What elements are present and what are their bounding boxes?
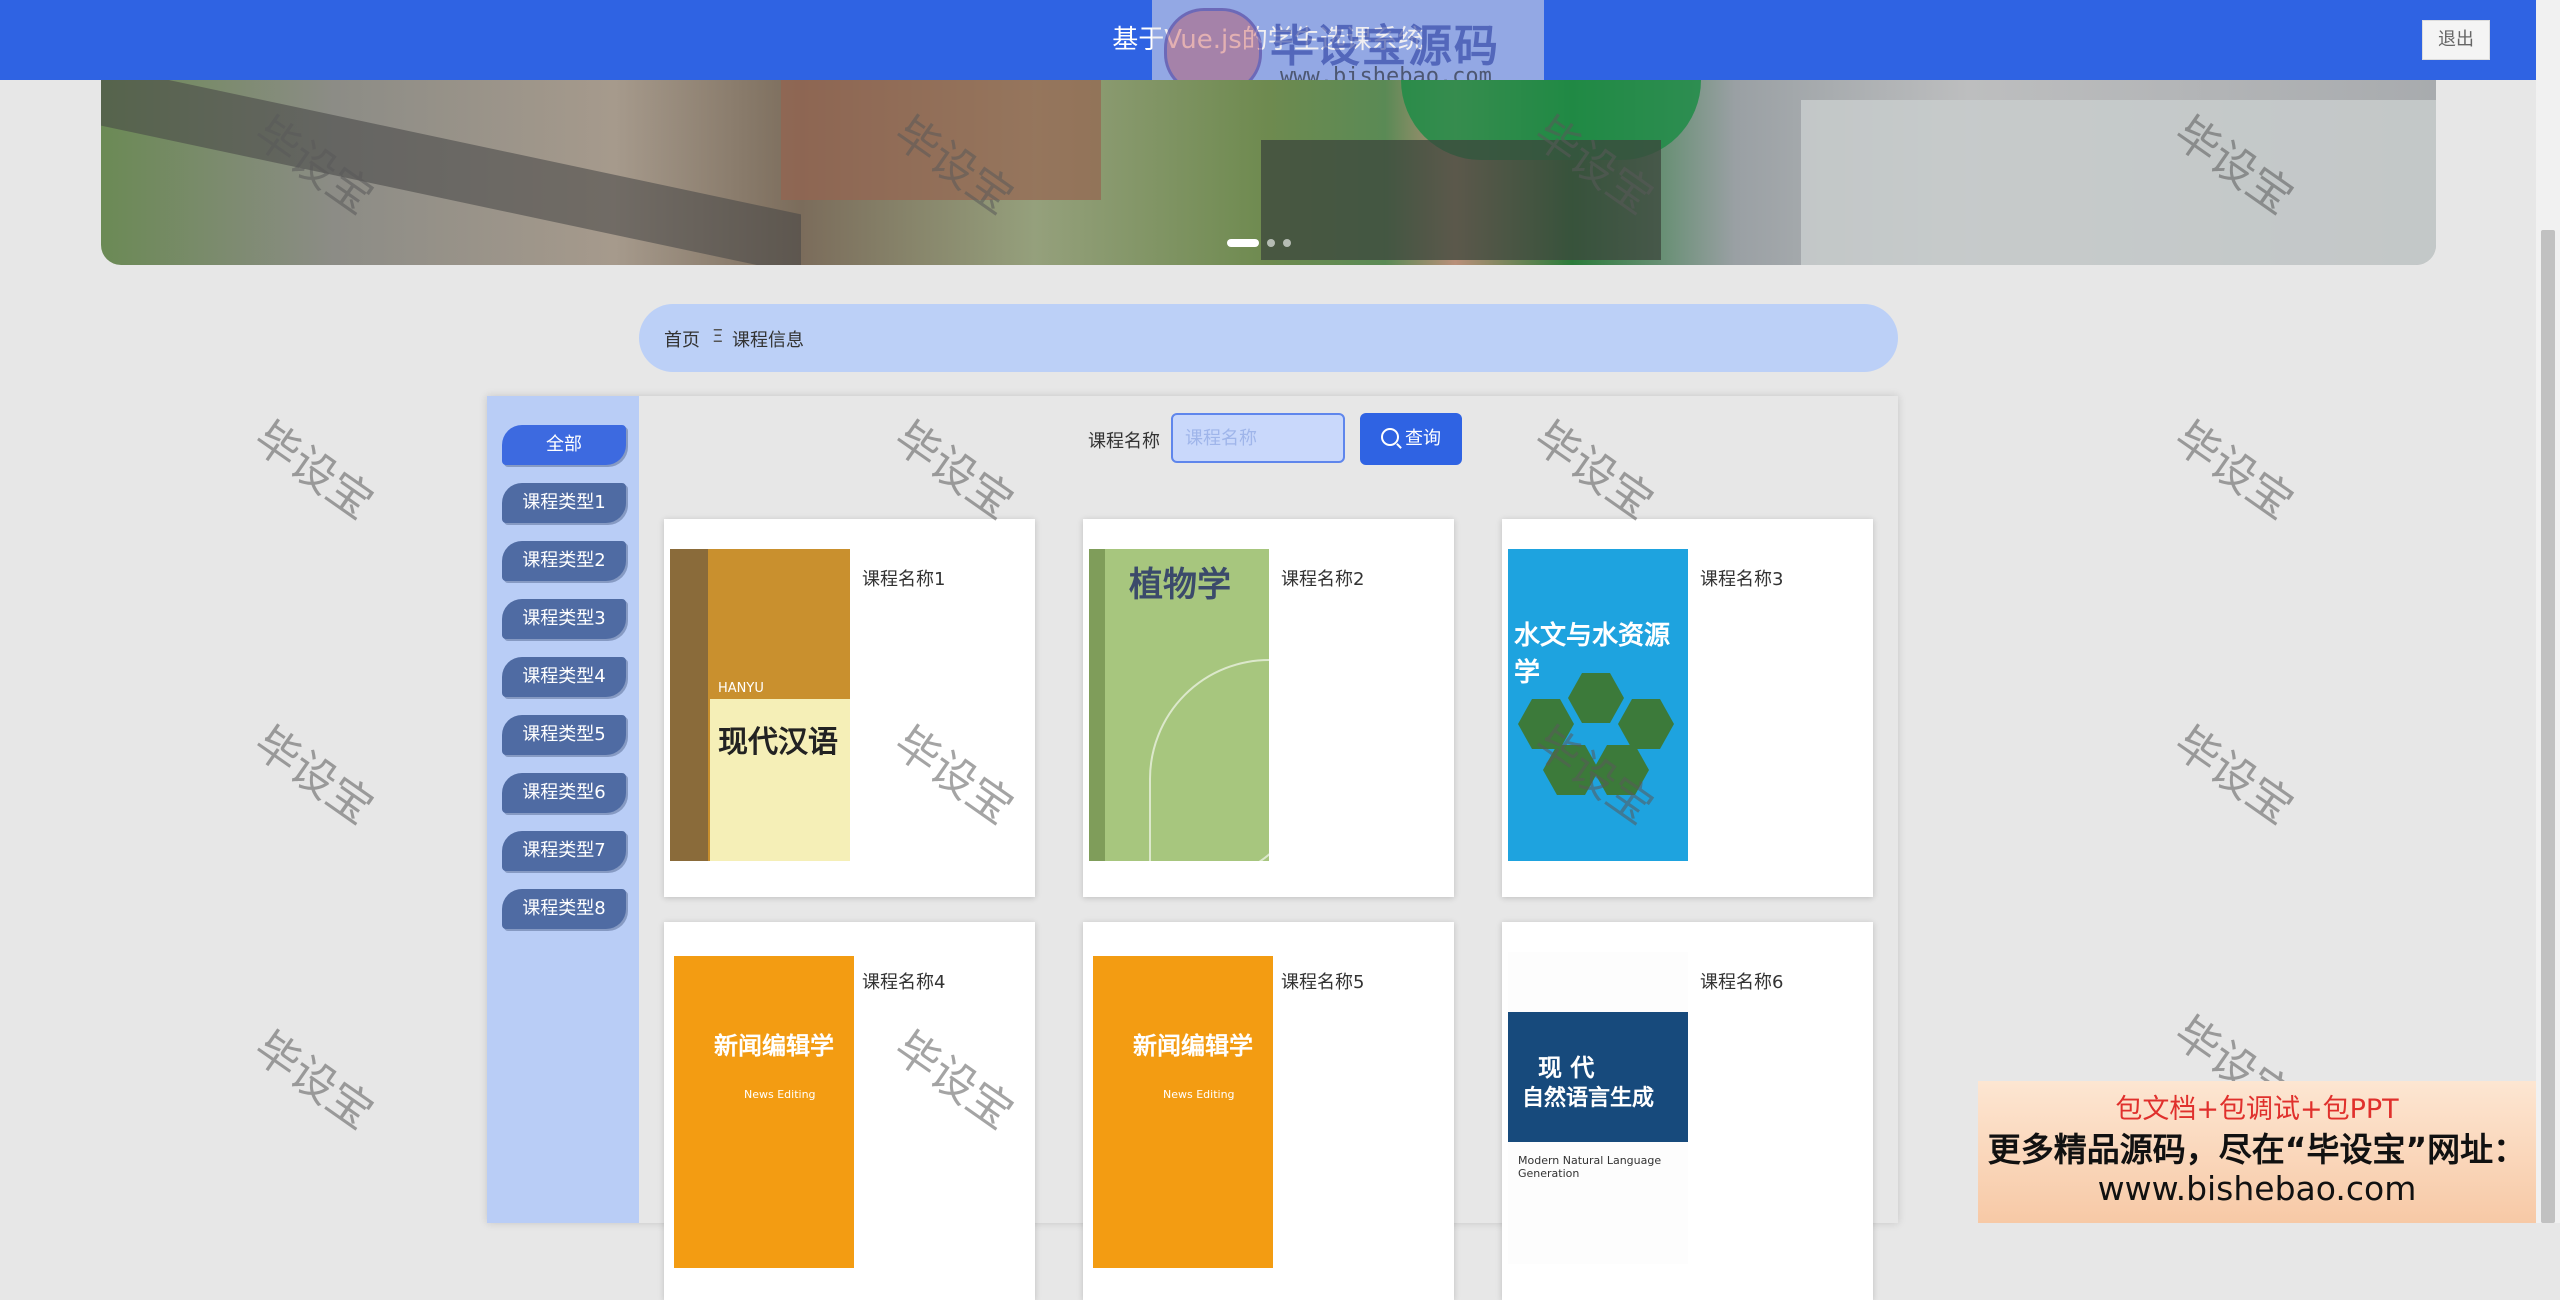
course-name[interactable]: 课程名称2 xyxy=(1281,565,1364,591)
course-cover-image[interactable]: 水文与水资源学 xyxy=(1508,549,1688,861)
course-name[interactable]: 课程名称3 xyxy=(1700,565,1783,591)
course-card[interactable]: 新闻编辑学 News Editing 课程名称5 xyxy=(1083,922,1454,1300)
course-name[interactable]: 课程名称6 xyxy=(1700,968,1783,994)
cover-title-2: 自然语言生成 xyxy=(1522,1086,1655,1111)
carousel-dot-active[interactable] xyxy=(1227,239,1259,247)
category-item-8[interactable]: 课程类型8 xyxy=(502,889,626,929)
watermark-text: 毕设宝 xyxy=(2164,411,2303,530)
cover-hex-image xyxy=(1518,699,1574,749)
breadcrumb-current: 课程信息 xyxy=(732,330,804,351)
course-cover-image[interactable]: 现 代 自然语言生成 Modern Natural Language Gener… xyxy=(1508,952,1688,1264)
search-input[interactable] xyxy=(1171,413,1345,463)
cover-title: 现 代 xyxy=(1538,1054,1595,1082)
cover-hex-image xyxy=(1593,745,1649,795)
category-item-3[interactable]: 课程类型3 xyxy=(502,599,626,639)
banner-image-building xyxy=(781,80,1101,200)
carousel-dot[interactable] xyxy=(1283,239,1291,247)
logout-button[interactable]: 退出 xyxy=(2422,20,2490,60)
cover-subtitle: Modern Natural Language Generation xyxy=(1518,1154,1662,1180)
course-cover-image[interactable]: 植物学 xyxy=(1089,549,1269,861)
search-button-label: 查询 xyxy=(1405,428,1441,449)
scrollbar-thumb[interactable] xyxy=(2541,230,2555,1223)
cover-subtitle: News Editing xyxy=(744,1088,816,1101)
cover-title: 新闻编辑学 xyxy=(1133,1032,1253,1060)
course-cover-image[interactable]: 新闻编辑学 News Editing xyxy=(1093,956,1273,1268)
breadcrumb-separator-icon: Ξ xyxy=(712,326,724,347)
promo-line-2: 更多精品源码，尽在“毕设宝”网址： xyxy=(1987,1130,2527,1169)
course-cover-image[interactable]: HANYU 现代汉语 xyxy=(670,549,850,861)
watermark-text: 毕设宝 xyxy=(2164,716,2303,835)
cover-title: 现代汉语 xyxy=(718,725,838,760)
leaf-illustration xyxy=(1149,659,1269,861)
carousel-indicators xyxy=(1227,232,1299,251)
course-card[interactable]: 植物学 课程名称2 xyxy=(1083,519,1454,897)
cover-spine xyxy=(1089,549,1105,861)
search-button[interactable]: 查询 xyxy=(1360,413,1462,465)
category-item-6[interactable]: 课程类型6 xyxy=(502,773,626,813)
cover-title: 新闻编辑学 xyxy=(714,1032,834,1060)
cover-spine xyxy=(670,549,708,861)
course-card[interactable]: 新闻编辑学 News Editing 课程名称4 xyxy=(664,922,1035,1300)
cover-hex-image xyxy=(1618,699,1674,749)
breadcrumb: 首页 Ξ 课程信息 xyxy=(639,304,1898,372)
page-scrollbar[interactable] xyxy=(2536,0,2560,1223)
watermark-text: 毕设宝 xyxy=(244,716,383,835)
cover-subtitle: News Editing xyxy=(1163,1088,1235,1101)
promo-url[interactable]: www.bishebao.com xyxy=(1978,1169,2536,1208)
banner-carousel[interactable] xyxy=(101,80,2436,265)
banner-image-building xyxy=(1261,140,1661,260)
category-item-1[interactable]: 课程类型1 xyxy=(502,483,626,523)
cover-band xyxy=(1508,1012,1688,1142)
carousel-dot[interactable] xyxy=(1267,239,1275,247)
category-item-5[interactable]: 课程类型5 xyxy=(502,715,626,755)
cover-hex-image xyxy=(1543,745,1599,795)
course-card[interactable]: HANYU 现代汉语 课程名称1 xyxy=(664,519,1035,897)
cover-title: 植物学 xyxy=(1129,565,1231,605)
course-name[interactable]: 课程名称4 xyxy=(862,968,945,994)
course-name[interactable]: 课程名称5 xyxy=(1281,968,1364,994)
promo-banner[interactable]: 包文档+包调试+包PPT 更多精品源码，尽在“毕设宝”网址： www.bishe… xyxy=(1978,1081,2536,1223)
category-sidebar: 全部 课程类型1 课程类型2 课程类型3 课程类型4 课程类型5 课程类型6 课… xyxy=(487,396,639,1223)
course-card[interactable]: 现 代 自然语言生成 Modern Natural Language Gener… xyxy=(1502,922,1873,1300)
watermark-text: 毕设宝 xyxy=(244,1021,383,1140)
breadcrumb-home[interactable]: 首页 xyxy=(664,326,700,352)
category-item-4[interactable]: 课程类型4 xyxy=(502,657,626,697)
watermark-text: 毕设宝 xyxy=(244,411,383,530)
category-item-7[interactable]: 课程类型7 xyxy=(502,831,626,871)
banner-image-road xyxy=(101,80,801,265)
category-item-all[interactable]: 全部 xyxy=(502,425,626,465)
course-card[interactable]: 水文与水资源学 课程名称3 xyxy=(1502,519,1873,897)
cover-subtitle: HANYU xyxy=(718,681,764,696)
promo-line-1: 包文档+包调试+包PPT xyxy=(2115,1094,2399,1125)
category-item-2[interactable]: 课程类型2 xyxy=(502,541,626,581)
search-icon xyxy=(1381,428,1399,446)
search-label: 课程名称 xyxy=(1088,431,1160,452)
course-cover-image[interactable]: 新闻编辑学 News Editing xyxy=(674,956,854,1268)
banner-image-roof xyxy=(1801,100,2436,265)
course-name[interactable]: 课程名称1 xyxy=(862,565,945,591)
